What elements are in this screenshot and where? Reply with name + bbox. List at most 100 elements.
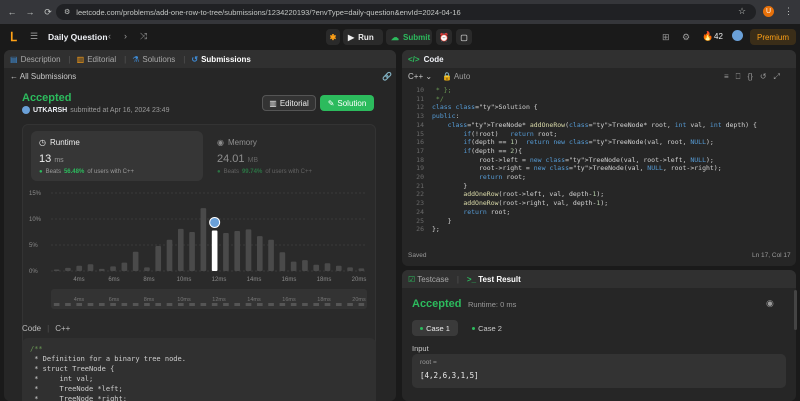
line-number: 14	[416, 120, 424, 129]
notes-button[interactable]: ▢	[456, 29, 472, 45]
editorial-button[interactable]: ▥ Editorial	[262, 95, 316, 111]
beats-suffix: of users with C++	[87, 169, 135, 175]
leetcode-logo-icon[interactable]: ᒪ	[10, 30, 22, 44]
chart-bar	[279, 252, 286, 271]
editor-code-area[interactable]: 10 * }; 11 */ 12 class class="ty">Solution …	[402, 84, 796, 246]
tab-code[interactable]: Code	[424, 55, 444, 64]
minimap-bar	[223, 303, 229, 306]
memory-chip-icon: ◉	[217, 138, 224, 147]
memory-beats-percent: 99.74%	[241, 169, 263, 175]
test-result-panel: ☑ Testcase | >_ Test Result Accepted Run…	[402, 270, 796, 401]
braces-icon[interactable]: {}	[747, 72, 752, 82]
prev-problem-icon[interactable]: ‹	[108, 31, 111, 41]
code-editor-panel: </> Code C++ ⌄ 🔒 Auto ≡ ⎕ {} ↺ ⤢ 10 * }; 1…	[402, 50, 796, 266]
author-avatar	[22, 106, 30, 114]
reload-icon[interactable]: ⟳	[42, 6, 54, 18]
streak-flame-icon[interactable]: 🔥	[702, 31, 713, 42]
case-2-tab[interactable]: Case 2	[464, 320, 510, 336]
timer-button[interactable]: ⏰	[436, 29, 452, 45]
scrollbar[interactable]	[794, 290, 797, 330]
auto-mode-toggle[interactable]: 🔒 Auto	[442, 72, 470, 81]
x-tick-label: 18ms	[317, 277, 332, 283]
profile-avatar[interactable]: U	[763, 6, 774, 17]
url-text[interactable]: leetcode.com/problems/add-one-row-to-tre…	[76, 8, 460, 17]
tab-solutions[interactable]: ⚗ Solutions	[132, 55, 175, 64]
browser-menu-icon[interactable]: ⋮	[784, 6, 793, 17]
back-icon[interactable]: ←	[6, 6, 18, 18]
solution-button[interactable]: ✎ Solution	[320, 95, 374, 111]
cloud-upload-icon: ☁	[391, 32, 399, 42]
tab-testcase[interactable]: ☑ Testcase	[408, 275, 449, 284]
line-number: 21	[416, 181, 424, 190]
user-avatar[interactable]	[732, 30, 743, 41]
tab-solutions-label: Solutions	[142, 54, 176, 64]
address-bar[interactable]: ⚙ leetcode.com/problems/add-one-row-to-t…	[56, 4, 756, 20]
code-line: if(depth == 2){	[463, 146, 523, 155]
daily-question-title[interactable]: Daily Question	[48, 32, 108, 42]
minimap-bar	[110, 303, 116, 306]
case-1-tab[interactable]: Case 1	[412, 320, 458, 336]
layout-icon[interactable]: ⊞	[662, 32, 670, 43]
x-tick-label: 4ms	[73, 277, 84, 283]
editorial-button-label: Editorial	[279, 98, 309, 108]
chart-bar	[87, 264, 94, 271]
minimap-tick-label: 14ms	[247, 297, 261, 303]
shuffle-icon[interactable]: ⤨	[140, 31, 147, 42]
site-info-icon[interactable]: ⚙	[64, 8, 70, 16]
chart-bar	[302, 260, 308, 271]
tab-editorial[interactable]: ▥ Editorial	[77, 55, 116, 64]
runtime-card[interactable]: ◷ Runtime 13 ms ● Beats 56.48% of users with…	[31, 131, 203, 181]
submit-button[interactable]: ☁ Submit	[386, 29, 432, 45]
line-number: 18	[416, 155, 424, 164]
chart-bar	[177, 228, 184, 271]
y-tick-label: 0%	[29, 269, 38, 275]
tab-testcase-label: Testcase	[417, 274, 449, 284]
language-select[interactable]: C++ ⌄	[408, 72, 432, 81]
minimap-bar	[313, 303, 320, 306]
tab-test-result[interactable]: >_ Test Result	[467, 275, 521, 284]
chart-bar	[211, 230, 218, 271]
share-link-icon[interactable]: 🔗	[382, 72, 392, 81]
forward-icon[interactable]: →	[24, 6, 36, 18]
minimap-tick-label: 20ms	[352, 297, 366, 303]
settings-gear-icon[interactable]: ⚙	[682, 32, 690, 43]
minimap-tick-label: 16ms	[282, 297, 296, 303]
language-bar: C++ ⌄ 🔒 Auto	[408, 72, 470, 81]
streak-count[interactable]: 42	[714, 32, 723, 41]
x-tick-label: 14ms	[247, 277, 262, 283]
format-icon[interactable]: ≡	[724, 72, 729, 82]
bookmark-icon[interactable]: ⎕	[736, 72, 741, 82]
lock-icon: 🔒	[442, 72, 453, 81]
code-line: addOneRow(root->left, val, depth-1);	[463, 190, 605, 199]
eye-icon[interactable]: ◉	[766, 298, 774, 309]
left-tabs: ▤ Description | ▥ Editorial | ⚗ Solutions |…	[4, 50, 396, 68]
leetcode-navbar: ᒪ ☰ Daily Question ‹ › ⤨ ✱ ▶ Run ☁ Submit …	[0, 24, 800, 50]
checkbox-icon: ☑	[408, 274, 416, 284]
memory-title: ◉ Memory	[217, 138, 257, 147]
tab-submissions[interactable]: ↺ Submissions	[191, 55, 251, 64]
memory-card[interactable]: ◉ Memory 24.01 MB ● Beats 99.74% of users wi…	[209, 131, 369, 181]
reset-icon[interactable]: ↺	[760, 72, 767, 82]
minimap-bar	[65, 303, 71, 306]
minimap-bar	[76, 303, 83, 306]
runtime-title-label: Runtime	[49, 138, 80, 147]
chart-bar	[132, 251, 139, 271]
all-submissions-link[interactable]: ← All Submissions	[10, 72, 76, 81]
premium-button[interactable]: Premium	[750, 29, 796, 45]
problem-list-icon[interactable]: ☰	[30, 31, 38, 42]
minimap-tick-label: 12ms	[212, 297, 226, 303]
debug-button[interactable]: ✱	[326, 29, 340, 45]
chart-bar	[98, 268, 105, 271]
bookmark-star-icon[interactable]: ☆	[738, 6, 746, 17]
beats-label: Beats	[45, 169, 61, 175]
tab-test-result-label: Test Result	[478, 274, 521, 284]
tab-description[interactable]: ▤ Description	[10, 55, 61, 64]
next-problem-icon[interactable]: ›	[124, 31, 127, 41]
fullscreen-icon[interactable]: ⤢	[774, 72, 780, 82]
author-name[interactable]: UTKARSH	[33, 107, 67, 114]
code-line: class="ty">TreeNode* addOneRow(class="ty…	[447, 120, 757, 129]
code-line: * TreeNode *right;	[30, 395, 127, 401]
run-button[interactable]: ▶ Run	[343, 29, 383, 45]
code-line: return root;	[463, 207, 511, 216]
tab-editorial-label: Editorial	[87, 54, 117, 64]
